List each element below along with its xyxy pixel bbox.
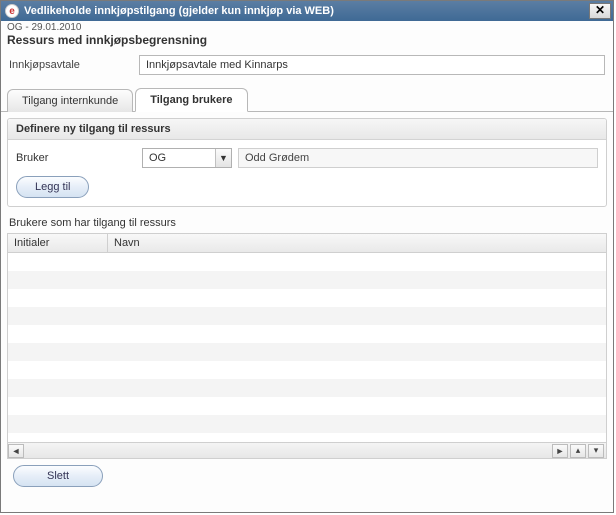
close-button[interactable]: ✕ (589, 3, 611, 19)
agreement-label: Innkjøpsavtale (9, 59, 139, 71)
access-table: Initialer Navn ◄ ► ▴ ▾ (7, 233, 607, 459)
scroll-right-icon[interactable]: ► (552, 444, 568, 458)
scroll-track[interactable] (24, 444, 552, 458)
title-bar: e Vedlikeholde innkjøpstilgang (gjelder … (1, 1, 613, 21)
add-button[interactable]: Legg til (16, 176, 89, 198)
col-name[interactable]: Navn (108, 234, 606, 252)
tab-body: Definere ny tilgang til ressurs Bruker O… (1, 112, 613, 499)
table-header: Initialer Navn (8, 234, 606, 253)
delete-button[interactable]: Slett (13, 465, 103, 487)
col-initials[interactable]: Initialer (8, 234, 108, 252)
window-title: Vedlikeholde innkjøpstilgang (gjelder ku… (24, 5, 589, 17)
section-heading: Ressurs med innkjøpsbegrensning (1, 33, 613, 51)
user-label: Bruker (16, 152, 136, 164)
tab-access-internal[interactable]: Tilgang internkunde (7, 89, 133, 112)
chevron-down-icon[interactable]: ▼ (215, 149, 231, 167)
table-body (8, 253, 606, 442)
meta-info: OG - 29.01.2010 (1, 21, 613, 33)
user-code-value: OG (149, 152, 166, 164)
footer: Slett (7, 459, 607, 493)
user-code-combobox[interactable]: OG ▼ (142, 148, 232, 168)
user-row: Bruker OG ▼ Odd Grødem (16, 148, 598, 168)
sort-asc-icon[interactable]: ▴ (570, 444, 586, 458)
define-access-group: Definere ny tilgang til ressurs Bruker O… (7, 118, 607, 207)
define-access-title: Definere ny tilgang til ressurs (8, 119, 606, 140)
tab-access-users[interactable]: Tilgang brukere (135, 88, 247, 112)
list-heading: Brukere som har tilgang til ressurs (7, 207, 607, 233)
agreement-row: Innkjøpsavtale (1, 51, 613, 83)
user-name-display: Odd Grødem (238, 148, 598, 168)
window-frame: e Vedlikeholde innkjøpstilgang (gjelder … (0, 0, 614, 513)
table-row-stripes (8, 253, 606, 442)
sort-desc-icon[interactable]: ▾ (588, 444, 604, 458)
scroll-left-icon[interactable]: ◄ (8, 444, 24, 458)
agreement-input[interactable] (139, 55, 605, 75)
horizontal-scrollbar[interactable]: ◄ ► ▴ ▾ (8, 442, 606, 458)
tab-strip: Tilgang internkunde Tilgang brukere (1, 87, 613, 112)
app-icon: e (5, 4, 19, 18)
